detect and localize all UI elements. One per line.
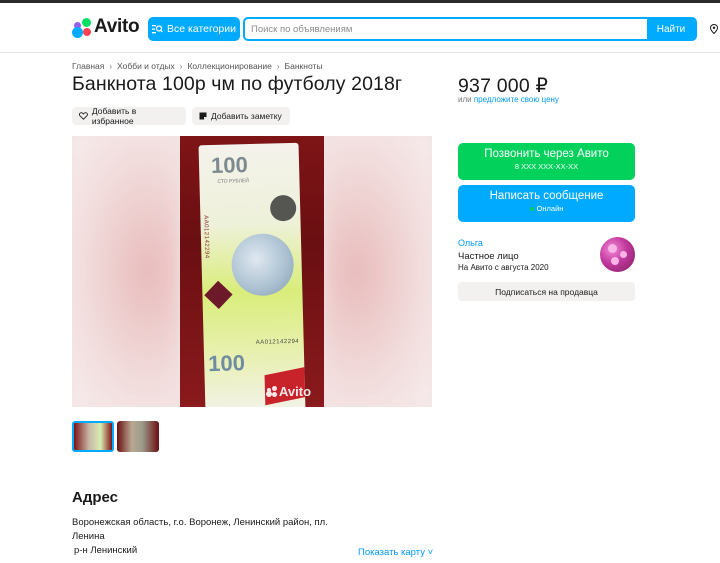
write-message-label: Написать сообщение (489, 190, 604, 202)
banknote-text: СТО РУБЛЕЙ (217, 178, 249, 185)
photo-thumbnail-1[interactable] (72, 421, 114, 452)
show-map-label: Показать карту (358, 547, 425, 558)
online-status: Онлайн (458, 204, 635, 213)
banknote-serial-bottom: АА012142294 (255, 338, 300, 346)
banknote-denomination-bottom: 100 (207, 350, 246, 377)
call-button[interactable]: Позвонить через Авито 8 XXX XXX-XX-XX (458, 143, 635, 180)
avito-logo[interactable]: Avito (72, 16, 140, 38)
address-heading: Адрес (72, 489, 119, 506)
add-to-favorites-button[interactable]: Добавить в избранное (72, 106, 186, 126)
breadcrumb-banknotes[interactable]: Банкноты (285, 61, 323, 71)
add-note-label: Добавить заметку (211, 111, 282, 121)
avito-logo-icon (72, 17, 92, 38)
all-categories-label: Все категории (167, 23, 236, 35)
seller-since: На Авито с августа 2020 (458, 263, 549, 272)
banknote-photo: 100 СТО РУБЛЕЙ АА012142294 АА012142294 1… (180, 136, 324, 407)
heart-icon (79, 112, 88, 120)
banknote-image: 100 СТО РУБЛЕЙ АА012142294 АА012142294 1… (198, 142, 306, 407)
listing-title: Банкнота 100р чм по футболу 2018г (72, 73, 403, 95)
breadcrumb-home[interactable]: Главная (72, 61, 104, 71)
listing-photo-gallery[interactable]: 100 СТО РУБЛЕЙ АА012142294 АА012142294 1… (72, 136, 432, 407)
add-note-button[interactable]: Добавить заметку (192, 107, 290, 125)
location-pin-icon[interactable] (710, 24, 718, 34)
logo-text: Avito (94, 16, 140, 37)
chevron-down-icon: ˅ (427, 547, 434, 558)
search-input[interactable] (245, 19, 647, 39)
photo-thumbnail-2[interactable] (117, 421, 159, 452)
banknote-denomination: 100 (210, 152, 249, 179)
call-button-phone: 8 XXX XXX-XX-XX (514, 162, 579, 171)
banknote-emblem (204, 280, 233, 310)
breadcrumb-hobby[interactable]: Хобби и отдых (117, 61, 175, 71)
chevron-right-icon: › (276, 61, 280, 71)
site-header: Avito Все категории Найти (0, 3, 720, 53)
chevron-right-icon: › (179, 61, 183, 71)
search-list-icon (152, 25, 163, 34)
photo-shadow (269, 194, 297, 222)
price-offer: или предложите свою цену (458, 95, 559, 104)
avito-watermark: Avito (266, 384, 311, 399)
photo-blur-background (324, 136, 432, 407)
address-text: Воронежская область, г.о. Воронеж, Ленин… (72, 517, 328, 542)
add-to-favorites-label: Добавить в избранное (91, 106, 137, 126)
chevron-right-icon: › (109, 61, 113, 71)
avito-watermark-icon (266, 386, 277, 397)
seller-avatar[interactable] (600, 237, 635, 272)
search-button[interactable]: Найти (647, 19, 695, 39)
seller-name-link[interactable]: Ольга (458, 238, 483, 248)
breadcrumb-collecting[interactable]: Коллекционирование (187, 61, 271, 71)
search-box: Найти (243, 17, 697, 41)
all-categories-button[interactable]: Все категории (148, 17, 240, 41)
breadcrumb: Главная › Хобби и отдых › Коллекциониров… (72, 61, 323, 71)
watermark-text: Avito (279, 384, 312, 399)
price-offer-prefix: или (458, 95, 472, 104)
photo-blur-background (72, 136, 180, 407)
seller-type: Частное лицо (458, 251, 519, 262)
note-icon (199, 112, 207, 120)
online-dot-icon (529, 207, 534, 212)
banknote-serial: АА012142294 (202, 215, 210, 259)
show-map-link[interactable]: Показать карту ˅ (358, 547, 433, 558)
offer-price-link[interactable]: предложите свою цену (474, 95, 559, 104)
write-message-button[interactable]: Написать сообщение Онлайн (458, 185, 635, 222)
call-button-label: Позвонить через Авито (484, 148, 609, 160)
online-status-label: Онлайн (536, 204, 564, 213)
address-district: р-н Ленинский (74, 545, 138, 556)
subscribe-seller-button[interactable]: Подписаться на продавца (458, 282, 635, 301)
football-illustration (230, 232, 295, 297)
